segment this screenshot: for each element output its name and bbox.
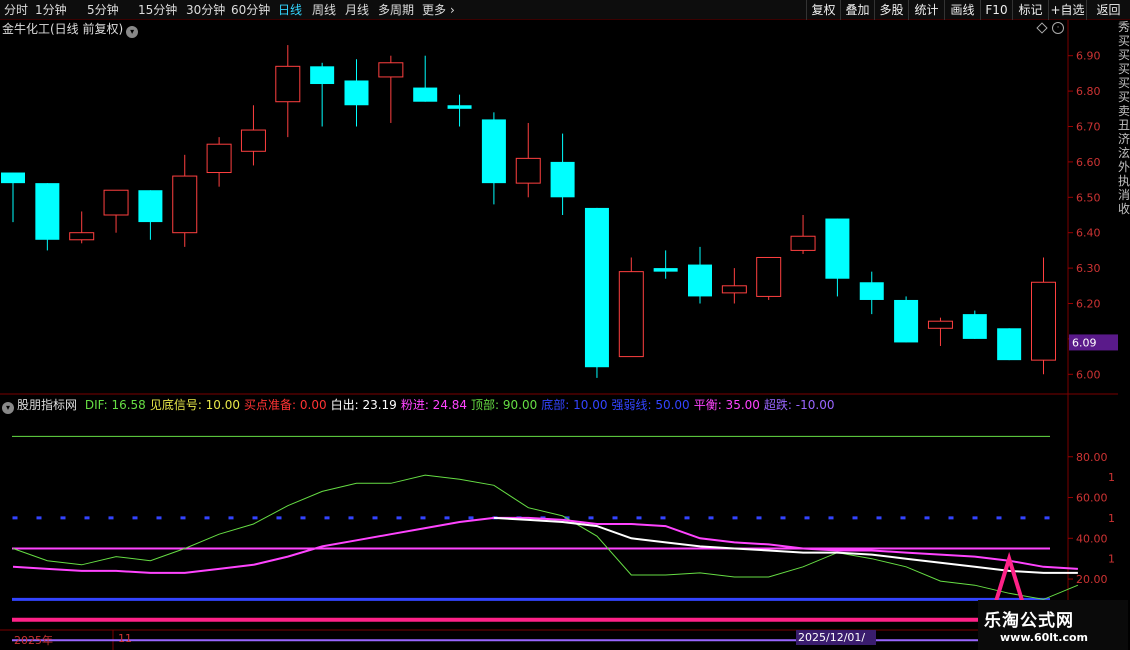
month-label: 11 (118, 632, 132, 645)
candle-body-5 (172, 175, 198, 234)
candle-body-4 (138, 190, 163, 223)
right-strip-char-0: 秀 (1118, 20, 1130, 34)
last-price-label: 6.09 (1072, 336, 1097, 349)
candle-body-22 (756, 256, 782, 297)
ind-right-digit-2: 1 (1108, 553, 1115, 566)
dif-line (12, 474, 1079, 600)
indicator-name: 股朋指标网 (17, 398, 78, 412)
indicator-field-1: 见底信号: 10.00 (149, 398, 241, 412)
indicator-field-8: 平衡: 35.00 (693, 398, 760, 412)
candle-body-0 (1, 172, 25, 184)
ind-right-digit-1: 1 (1108, 512, 1115, 525)
ind-tick-label-1: 60.00 (1076, 492, 1108, 505)
ind-tick-label-2: 40.00 (1076, 532, 1108, 545)
candle-body-6 (206, 143, 232, 174)
watermark-title: 乐淘公式网 (984, 611, 1074, 631)
indicator-field-4: 粉进: 24.84 (400, 398, 468, 412)
candle-body-9 (310, 66, 335, 85)
candle-body-15 (515, 157, 541, 184)
price-tick-label-3: 6.60 (1076, 156, 1101, 169)
right-strip-char-7: 丑 (1118, 118, 1130, 132)
indicator-field-0: DIF: 16.58 (84, 398, 146, 412)
indicator-field-5: 顶部: 90.00 (471, 398, 538, 412)
pink-line (12, 516, 1078, 574)
right-panel-strip: 秀买买买买买卖丑济泫外执消收 (1118, 20, 1130, 630)
right-strip-char-3: 买 (1118, 62, 1130, 76)
candle-body-24 (825, 218, 850, 279)
cursor-date-box: 2025/12/01/— (796, 630, 876, 650)
candle-body-3 (103, 189, 129, 216)
price-tick-label-5: 6.40 (1076, 227, 1101, 240)
indicator-field-3: 白出: 23.19 (330, 398, 397, 412)
candle-body-29 (997, 328, 1022, 361)
indicator-field-6: 底部: 10.00 (541, 398, 608, 412)
watermark-url: www.60lt.com (1000, 631, 1089, 644)
candle-body-17 (584, 207, 609, 368)
right-strip-char-8: 济 (1118, 132, 1130, 146)
candle-body-23 (790, 235, 816, 251)
right-strip-char-2: 买 (1118, 48, 1130, 62)
candle-body-11 (378, 62, 404, 78)
white-line (493, 516, 1078, 574)
candle-body-16 (550, 161, 575, 198)
indicator-legend: ▾ 股朋指标网 DIF: 16.58 见底信号: 10.00 买点准备: 0.00 白出… (2, 397, 842, 414)
price-tick-label-2: 6.70 (1076, 121, 1101, 134)
stock-chart[interactable]: 6.906.806.706.606.506.406.306.206.106.00… (0, 0, 1130, 650)
candle-body-21 (721, 285, 747, 294)
right-strip-char-13: 收 (1118, 202, 1130, 216)
watermark: 乐淘公式网 www.60lt.com (978, 600, 1128, 650)
indicator-chevron-icon[interactable]: ▾ (2, 402, 14, 414)
candle-body-13 (447, 105, 472, 109)
candle-body-1 (35, 183, 60, 240)
right-strip-char-1: 买 (1118, 34, 1130, 48)
indicator-field-7: 强弱线: 50.00 (611, 398, 690, 412)
ind-tick-label-3: 20.00 (1076, 573, 1108, 586)
right-strip-char-11: 执 (1118, 174, 1130, 188)
candle-body-2 (69, 232, 95, 241)
candle-body-14 (481, 119, 506, 184)
candle-body-19 (653, 268, 678, 272)
right-strip-char-10: 外 (1118, 160, 1130, 174)
indicator-field-9: 超跌: -10.00 (763, 398, 835, 412)
candle-body-12 (413, 87, 438, 102)
ind-right-digit-0: 1 (1108, 471, 1115, 484)
right-strip-char-4: 买 (1118, 76, 1130, 90)
right-strip-char-5: 买 (1118, 90, 1130, 104)
price-tick-label-1: 6.80 (1076, 85, 1101, 98)
right-strip-char-12: 消 (1118, 188, 1130, 202)
candle-body-10 (344, 80, 369, 106)
candle-body-28 (962, 314, 987, 339)
candle-body-8 (275, 65, 301, 103)
candle-body-26 (894, 299, 919, 343)
candle-body-20 (688, 264, 712, 297)
price-tick-label-7: 6.20 (1076, 298, 1101, 311)
indicator-field-2: 买点准备: 0.00 (244, 398, 327, 412)
right-strip-char-9: 泫 (1118, 146, 1130, 160)
price-tick-label-4: 6.50 (1076, 191, 1101, 204)
candle-body-27 (927, 320, 953, 329)
candle-body-7 (240, 129, 266, 152)
candle-body-18 (618, 271, 644, 358)
year-label: 2025年 (14, 634, 53, 647)
price-tick-label-9: 6.00 (1076, 368, 1101, 381)
candle-body-25 (859, 282, 884, 300)
price-tick-label-0: 6.90 (1076, 50, 1101, 63)
ind-tick-label-0: 80.00 (1076, 451, 1108, 464)
price-tick-label-6: 6.30 (1076, 262, 1101, 275)
right-strip-char-6: 卖 (1118, 104, 1130, 118)
candle-body-30 (1031, 281, 1056, 361)
